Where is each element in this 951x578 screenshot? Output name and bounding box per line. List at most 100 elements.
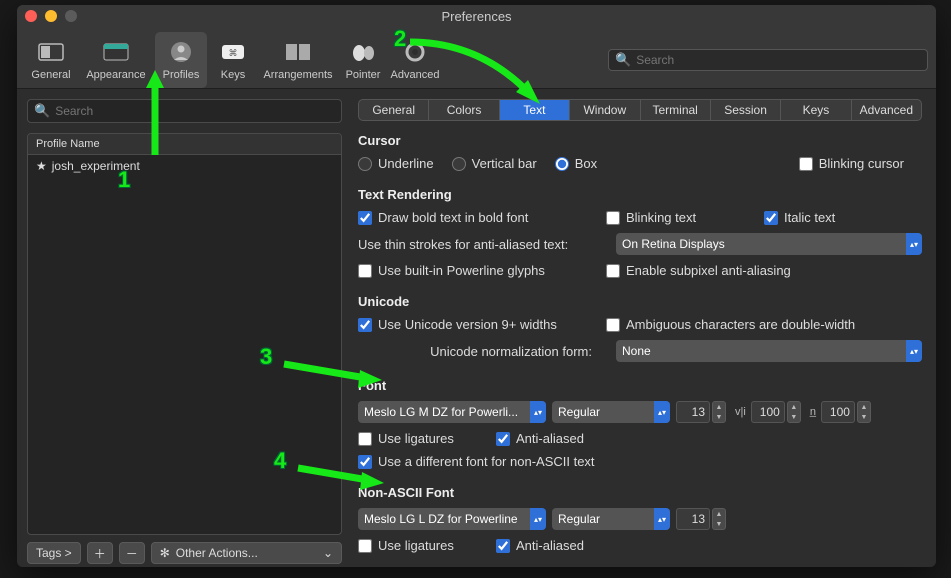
blinking-cursor-checkbox[interactable]: Blinking cursor xyxy=(799,156,904,171)
nonascii-font-section: Non-ASCII Font Meslo LG L DZ for Powerli… xyxy=(358,485,922,553)
tab-window[interactable]: Window xyxy=(570,100,640,120)
updown-icon: ▴▾ xyxy=(654,401,670,423)
antialiased-checkbox[interactable]: Anti-aliased xyxy=(496,431,584,446)
toolbar-general[interactable]: General xyxy=(25,32,77,88)
window-title: Preferences xyxy=(17,9,936,24)
ligatures-checkbox[interactable]: Use ligatures xyxy=(358,431,478,446)
blinking-text-checkbox[interactable]: Blinking text xyxy=(606,210,746,225)
text-rendering-section: Text Rendering Draw bold text in bold fo… xyxy=(358,187,922,278)
toolbar-arrangements[interactable]: Arrangements xyxy=(259,32,337,88)
appearance-icon xyxy=(100,38,132,66)
thin-strokes-label: Use thin strokes for anti-aliased text: xyxy=(358,237,598,252)
remove-profile-button[interactable]: － xyxy=(119,542,145,564)
updown-icon: ▴▾ xyxy=(530,401,546,423)
toolbar-keys[interactable]: ⌘ Keys xyxy=(207,32,259,88)
chevron-down-icon: ⌄ xyxy=(323,546,333,560)
thin-strokes-select[interactable]: On Retina Displays▴▾ xyxy=(616,233,922,255)
toolbar-pointer[interactable]: Pointer xyxy=(337,32,389,88)
nonascii-family-select[interactable]: Meslo LG L DZ for Powerline▴▾ xyxy=(358,508,546,530)
radio-icon xyxy=(358,157,372,171)
profile-tabs: General Colors Text Window Terminal Sess… xyxy=(358,99,922,121)
cursor-section: Cursor Underline Vertical bar Box Blinki… xyxy=(358,133,922,171)
section-heading: Non-ASCII Font xyxy=(358,485,922,500)
toolbar-profiles[interactable]: Profiles xyxy=(155,32,207,88)
hspacing-icon: v|i xyxy=(732,406,749,418)
powerline-checkbox[interactable]: Use built-in Powerline glyphs xyxy=(358,263,588,278)
nonascii-antialiased-checkbox[interactable]: Anti-aliased xyxy=(496,538,584,553)
toolbar-appearance[interactable]: Appearance xyxy=(77,32,155,88)
profile-list: Profile Name ★ josh_experiment xyxy=(27,133,342,535)
font-family-select[interactable]: Meslo LG M DZ for Powerli...▴▾ xyxy=(358,401,546,423)
font-section: Font Meslo LG M DZ for Powerli...▴▾ Regu… xyxy=(358,378,922,469)
hspacing-field[interactable] xyxy=(751,401,785,423)
preferences-window: Preferences General Appearance Profiles … xyxy=(17,5,936,567)
section-heading: Cursor xyxy=(358,133,922,148)
nonascii-ligatures-checkbox[interactable]: Use ligatures xyxy=(358,538,478,553)
section-heading: Unicode xyxy=(358,294,922,309)
font-size-field[interactable] xyxy=(676,401,710,423)
norm-select[interactable]: None▴▾ xyxy=(616,340,922,362)
profile-row[interactable]: ★ josh_experiment xyxy=(28,155,341,177)
gear-icon: ✻ xyxy=(160,546,170,560)
toolbar-advanced[interactable]: Advanced xyxy=(389,32,441,88)
nonascii-size-field[interactable] xyxy=(676,508,710,530)
toolbar-search[interactable]: 🔍 xyxy=(608,49,928,71)
vspacing-icon: n̲ xyxy=(807,406,819,418)
unicode-section: Unicode Use Unicode version 9+ widths Am… xyxy=(358,294,922,362)
tab-general[interactable]: General xyxy=(359,100,429,120)
profile-name: josh_experiment xyxy=(52,159,140,173)
search-icon: 🔍 xyxy=(34,103,50,119)
star-icon: ★ xyxy=(36,159,47,173)
arrangements-icon xyxy=(282,38,314,66)
profile-search[interactable]: 🔍 xyxy=(27,99,342,123)
add-profile-button[interactable]: ＋ xyxy=(87,542,113,564)
tab-session[interactable]: Session xyxy=(711,100,781,120)
vspacing-field[interactable] xyxy=(821,401,855,423)
cursor-underline-radio[interactable]: Underline xyxy=(358,156,434,171)
font-size-stepper[interactable]: ▲▼ xyxy=(712,401,726,423)
svg-text:⌘: ⌘ xyxy=(229,48,238,58)
ambiguous-checkbox[interactable]: Ambiguous characters are double-width xyxy=(606,317,855,332)
toolbar-search-input[interactable] xyxy=(636,53,921,67)
profile-search-input[interactable] xyxy=(55,104,335,118)
nonascii-weight-select[interactable]: Regular▴▾ xyxy=(552,508,670,530)
section-heading: Font xyxy=(358,378,922,393)
general-icon xyxy=(35,38,67,66)
profile-actions: Tags > ＋ － ✻ Other Actions... ⌄ xyxy=(27,535,342,567)
updown-icon: ▴▾ xyxy=(906,233,922,255)
titlebar: Preferences xyxy=(17,5,936,27)
subpixel-checkbox[interactable]: Enable subpixel anti-aliasing xyxy=(606,263,791,278)
bold-font-checkbox[interactable]: Draw bold text in bold font xyxy=(358,210,588,225)
italic-text-checkbox[interactable]: Italic text xyxy=(764,210,835,225)
vspacing-stepper[interactable]: ▲▼ xyxy=(857,401,871,423)
updown-icon: ▴▾ xyxy=(906,340,922,362)
tab-text[interactable]: Text xyxy=(500,100,570,120)
section-heading: Text Rendering xyxy=(358,187,922,202)
toolbar: General Appearance Profiles ⌘ Keys Arran… xyxy=(17,27,936,89)
norm-label: Unicode normalization form: xyxy=(358,344,598,359)
tab-advanced[interactable]: Advanced xyxy=(852,100,921,120)
font-weight-select[interactable]: Regular▴▾ xyxy=(552,401,670,423)
updown-icon: ▴▾ xyxy=(530,508,546,530)
nonascii-size-stepper[interactable]: ▲▼ xyxy=(712,508,726,530)
radio-icon xyxy=(452,157,466,171)
unicode-v9-checkbox[interactable]: Use Unicode version 9+ widths xyxy=(358,317,588,332)
profile-list-header: Profile Name xyxy=(28,134,341,155)
cursor-box-radio[interactable]: Box xyxy=(555,156,597,171)
tab-colors[interactable]: Colors xyxy=(429,100,499,120)
cursor-vertical-radio[interactable]: Vertical bar xyxy=(452,156,537,171)
keys-icon: ⌘ xyxy=(217,38,249,66)
pointer-icon xyxy=(347,38,379,66)
search-icon: 🔍 xyxy=(615,52,631,68)
profile-detail: General Colors Text Window Terminal Sess… xyxy=(352,89,936,567)
tags-button[interactable]: Tags > xyxy=(27,542,81,564)
hspacing-stepper[interactable]: ▲▼ xyxy=(787,401,801,423)
updown-icon: ▴▾ xyxy=(654,508,670,530)
profiles-icon xyxy=(165,38,197,66)
tab-keys[interactable]: Keys xyxy=(781,100,851,120)
gear-icon xyxy=(399,38,431,66)
other-actions-button[interactable]: ✻ Other Actions... ⌄ xyxy=(151,542,342,564)
nonascii-diff-checkbox[interactable]: Use a different font for non-ASCII text xyxy=(358,454,595,469)
sidebar: 🔍 Profile Name ★ josh_experiment Tags > … xyxy=(17,89,352,567)
tab-terminal[interactable]: Terminal xyxy=(641,100,711,120)
